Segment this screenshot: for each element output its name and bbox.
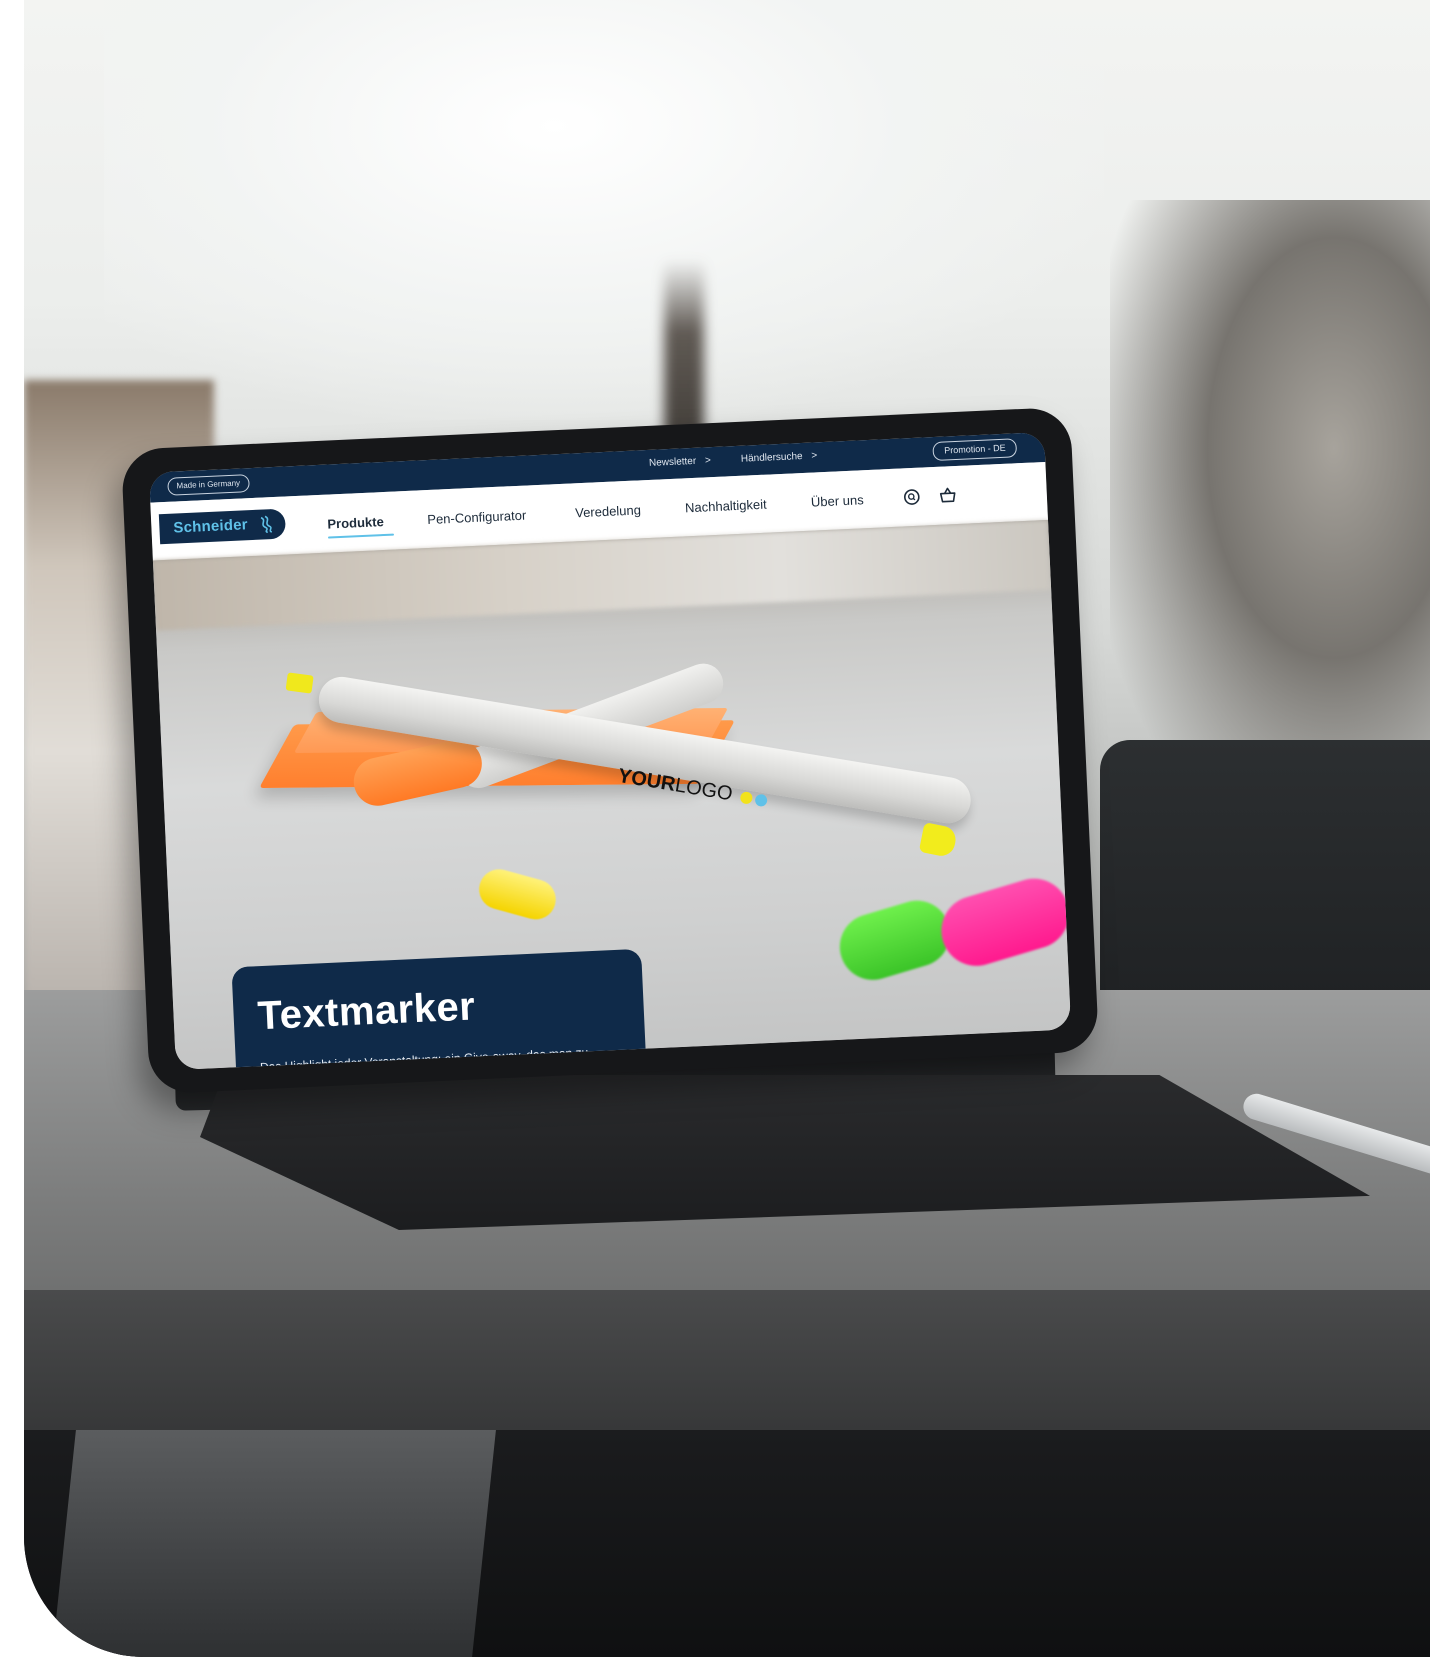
hero-title: Textmarker [256,984,477,1039]
tablet-device: Made in Germany Newsletter > Händlersuch… [120,406,1100,1095]
green-cap [831,892,958,988]
chevron-right-icon: > [704,455,712,467]
blurred-background-object [664,260,704,440]
nav-item-ueber-uns[interactable]: Über uns [811,492,864,509]
schneider-wave-logo-icon [260,515,273,534]
brand-name: Schneider [173,516,249,537]
blurred-window-light [104,0,1104,420]
chevron-right-icon: > [811,450,818,462]
yellow-chisel-tip [285,672,314,694]
floor-reflection [52,1430,496,1657]
hero-subtitle: Das Highlight jeder Veranstaltung: ein G… [259,1045,589,1071]
nav-active-indicator [328,533,395,539]
hero-caption-card: Textmarker Das Highlight jeder Veranstal… [231,948,649,1071]
schneider-logo[interactable]: Schneider [158,508,287,545]
cart-icon[interactable] [938,486,957,505]
newsletter-label: Newsletter [648,455,697,469]
yellow-cap [474,864,561,924]
nav-item-pen-configurator[interactable]: Pen-Configurator [427,508,527,527]
hero-banner[interactable]: YOURLOGO Textmarker Das Highlight jeder … [152,519,1072,1071]
newsletter-link[interactable]: Newsletter > [649,454,711,471]
tablet-screen: Made in Germany Newsletter > Händlersuch… [148,431,1072,1071]
nav-item-veredelung[interactable]: Veredelung [575,502,641,520]
search-icon[interactable] [902,488,921,507]
dealer-search-link[interactable]: Händlersuche > [741,449,818,466]
pink-cap [932,870,1072,975]
dealer-search-label: Händlersuche [740,450,803,465]
made-in-germany-badge: Made in Germany [167,474,250,496]
promotion-region-button[interactable]: Promotion - DE [932,438,1018,462]
blue-dot [754,793,769,807]
yellow-marker-end [918,822,959,859]
nav-item-nachhaltigkeit[interactable]: Nachhaltigkeit [685,497,767,516]
blurred-background-person [1110,200,1430,820]
yellow-dot [739,790,754,805]
nav-item-produkte[interactable]: Produkte [327,514,384,532]
